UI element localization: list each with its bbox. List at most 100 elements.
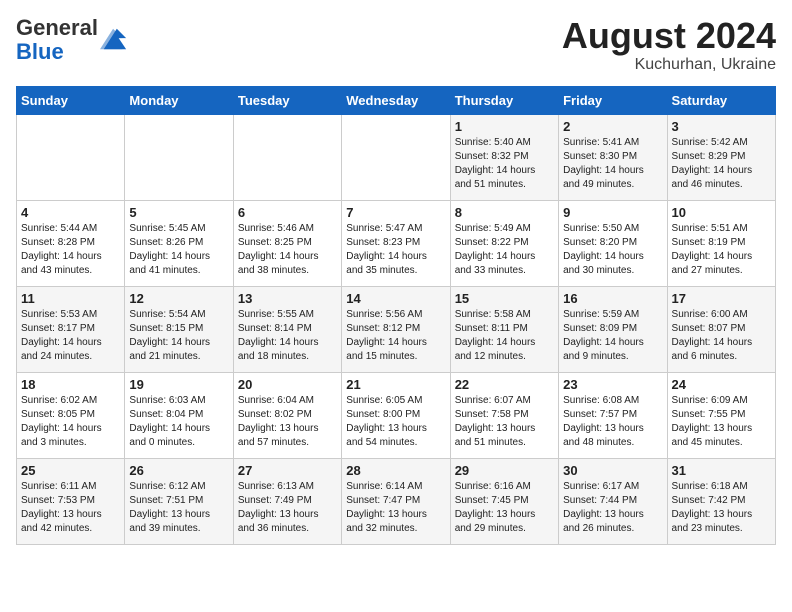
calendar-cell: 5Sunrise: 5:45 AM Sunset: 8:26 PM Daylig… <box>125 200 233 286</box>
calendar-cell: 3Sunrise: 5:42 AM Sunset: 8:29 PM Daylig… <box>667 114 775 200</box>
day-of-week-header: Tuesday <box>233 86 341 114</box>
calendar-cell <box>342 114 450 200</box>
day-number: 27 <box>238 463 337 478</box>
day-info: Sunrise: 6:12 AM Sunset: 7:51 PM Dayligh… <box>129 480 228 536</box>
calendar-cell: 30 Sunrise: 6:17 AM Sunset: 7:44 PM Dayli… <box>559 458 667 544</box>
day-number: 8 <box>455 205 554 220</box>
day-of-week-header: Wednesday <box>342 86 450 114</box>
day-info: Sunrise: 5:41 AM Sunset: 8:30 PM Dayligh… <box>563 136 662 192</box>
day-number: 21 <box>346 377 445 392</box>
calendar-cell: 2 Sunrise: 5:41 AM Sunset: 8:30 PM Daylig… <box>559 114 667 200</box>
page-header: General Blue August 2024 Kuchurhan, Ukra… <box>16 16 776 74</box>
calendar-cell <box>125 114 233 200</box>
day-info: Sunrise: 6:03 AM Sunset: 8:04 PM Dayligh… <box>129 394 228 450</box>
calendar-week-row: 18 Sunrise: 6:02 AM Sunset: 8:05 PM Dayli… <box>17 372 776 458</box>
calendar-cell: 20 Sunrise: 6:04 AM Sunset: 8:02 PM Dayli… <box>233 372 341 458</box>
day-number: 20 <box>238 377 337 392</box>
day-info: Sunrise: 5:58 AM Sunset: 8:11 PM Dayligh… <box>455 308 554 364</box>
calendar-cell: 29 Sunrise: 6:16 AM Sunset: 7:45 PM Dayli… <box>450 458 558 544</box>
calendar-cell: 19 Sunrise: 6:03 AM Sunset: 8:04 PM Dayli… <box>125 372 233 458</box>
calendar-cell: 10Sunrise: 5:51 AM Sunset: 8:19 PM Dayli… <box>667 200 775 286</box>
day-number: 16 <box>563 291 662 306</box>
day-info: Sunrise: 6:08 AM Sunset: 7:57 PM Dayligh… <box>563 394 662 450</box>
logo-general-text: General <box>16 15 98 40</box>
day-number: 18 <box>21 377 120 392</box>
calendar-cell <box>17 114 125 200</box>
calendar-cell: 23 Sunrise: 6:08 AM Sunset: 7:57 PM Dayli… <box>559 372 667 458</box>
day-info: Sunrise: 6:07 AM Sunset: 7:58 PM Dayligh… <box>455 394 554 450</box>
calendar-cell: 4Sunrise: 5:44 AM Sunset: 8:28 PM Daylig… <box>17 200 125 286</box>
day-number: 24 <box>672 377 771 392</box>
calendar-cell: 25 Sunrise: 6:11 AM Sunset: 7:53 PM Dayli… <box>17 458 125 544</box>
calendar-week-row: 4Sunrise: 5:44 AM Sunset: 8:28 PM Daylig… <box>17 200 776 286</box>
calendar-cell: 31 Sunrise: 6:18 AM Sunset: 7:42 PM Dayli… <box>667 458 775 544</box>
day-info: Sunrise: 6:13 AM Sunset: 7:49 PM Dayligh… <box>238 480 337 536</box>
day-info: Sunrise: 6:00 AM Sunset: 8:07 PM Dayligh… <box>672 308 771 364</box>
day-number: 22 <box>455 377 554 392</box>
calendar-cell <box>233 114 341 200</box>
logo-icon <box>100 25 128 53</box>
calendar-week-row: 1Sunrise: 5:40 AM Sunset: 8:32 PM Daylig… <box>17 114 776 200</box>
calendar-week-row: 25 Sunrise: 6:11 AM Sunset: 7:53 PM Dayli… <box>17 458 776 544</box>
day-info: Sunrise: 6:16 AM Sunset: 7:45 PM Dayligh… <box>455 480 554 536</box>
day-info: Sunrise: 5:55 AM Sunset: 8:14 PM Dayligh… <box>238 308 337 364</box>
day-number: 31 <box>672 463 771 478</box>
calendar-cell: 22 Sunrise: 6:07 AM Sunset: 7:58 PM Dayli… <box>450 372 558 458</box>
calendar-cell: 21 Sunrise: 6:05 AM Sunset: 8:00 PM Dayli… <box>342 372 450 458</box>
calendar-cell: 24 Sunrise: 6:09 AM Sunset: 7:55 PM Dayli… <box>667 372 775 458</box>
day-info: Sunrise: 5:50 AM Sunset: 8:20 PM Dayligh… <box>563 222 662 278</box>
logo: General Blue <box>16 16 128 64</box>
day-info: Sunrise: 5:46 AM Sunset: 8:25 PM Dayligh… <box>238 222 337 278</box>
calendar-cell: 12Sunrise: 5:54 AM Sunset: 8:15 PM Dayli… <box>125 286 233 372</box>
day-of-week-header: Sunday <box>17 86 125 114</box>
day-of-week-header: Friday <box>559 86 667 114</box>
day-number: 28 <box>346 463 445 478</box>
day-info: Sunrise: 6:05 AM Sunset: 8:00 PM Dayligh… <box>346 394 445 450</box>
day-number: 23 <box>563 377 662 392</box>
day-number: 9 <box>563 205 662 220</box>
day-number: 11 <box>21 291 120 306</box>
day-info: Sunrise: 5:54 AM Sunset: 8:15 PM Dayligh… <box>129 308 228 364</box>
day-number: 7 <box>346 205 445 220</box>
day-number: 30 <box>563 463 662 478</box>
day-info: Sunrise: 5:47 AM Sunset: 8:23 PM Dayligh… <box>346 222 445 278</box>
calendar-cell: 16 Sunrise: 5:59 AM Sunset: 8:09 PM Dayli… <box>559 286 667 372</box>
day-info: Sunrise: 6:09 AM Sunset: 7:55 PM Dayligh… <box>672 394 771 450</box>
calendar-cell: 14Sunrise: 5:56 AM Sunset: 8:12 PM Dayli… <box>342 286 450 372</box>
logo-blue-text: Blue <box>16 39 64 64</box>
calendar-cell: 15 Sunrise: 5:58 AM Sunset: 8:11 PM Dayli… <box>450 286 558 372</box>
calendar-cell: 17Sunrise: 6:00 AM Sunset: 8:07 PM Dayli… <box>667 286 775 372</box>
day-info: Sunrise: 5:56 AM Sunset: 8:12 PM Dayligh… <box>346 308 445 364</box>
day-number: 2 <box>563 119 662 134</box>
day-info: Sunrise: 6:14 AM Sunset: 7:47 PM Dayligh… <box>346 480 445 536</box>
day-number: 26 <box>129 463 228 478</box>
calendar-cell: 27 Sunrise: 6:13 AM Sunset: 7:49 PM Dayli… <box>233 458 341 544</box>
day-number: 6 <box>238 205 337 220</box>
day-of-week-header: Thursday <box>450 86 558 114</box>
calendar-cell: 7 Sunrise: 5:47 AM Sunset: 8:23 PM Daylig… <box>342 200 450 286</box>
calendar-week-row: 11 Sunrise: 5:53 AM Sunset: 8:17 PM Dayli… <box>17 286 776 372</box>
calendar-cell: 18 Sunrise: 6:02 AM Sunset: 8:05 PM Dayli… <box>17 372 125 458</box>
day-number: 1 <box>455 119 554 134</box>
calendar-cell: 13 Sunrise: 5:55 AM Sunset: 8:14 PM Dayli… <box>233 286 341 372</box>
day-info: Sunrise: 5:59 AM Sunset: 8:09 PM Dayligh… <box>563 308 662 364</box>
month-year: August 2024 <box>562 16 776 56</box>
calendar-cell: 6 Sunrise: 5:46 AM Sunset: 8:25 PM Daylig… <box>233 200 341 286</box>
day-info: Sunrise: 5:51 AM Sunset: 8:19 PM Dayligh… <box>672 222 771 278</box>
day-number: 29 <box>455 463 554 478</box>
day-number: 15 <box>455 291 554 306</box>
calendar-cell: 28 Sunrise: 6:14 AM Sunset: 7:47 PM Dayli… <box>342 458 450 544</box>
day-number: 25 <box>21 463 120 478</box>
title-block: August 2024 Kuchurhan, Ukraine <box>562 16 776 74</box>
day-info: Sunrise: 6:17 AM Sunset: 7:44 PM Dayligh… <box>563 480 662 536</box>
day-number: 4 <box>21 205 120 220</box>
day-info: Sunrise: 6:18 AM Sunset: 7:42 PM Dayligh… <box>672 480 771 536</box>
day-of-week-header: Saturday <box>667 86 775 114</box>
calendar-cell: 11 Sunrise: 5:53 AM Sunset: 8:17 PM Dayli… <box>17 286 125 372</box>
day-number: 19 <box>129 377 228 392</box>
day-number: 13 <box>238 291 337 306</box>
day-info: Sunrise: 6:11 AM Sunset: 7:53 PM Dayligh… <box>21 480 120 536</box>
day-info: Sunrise: 6:02 AM Sunset: 8:05 PM Dayligh… <box>21 394 120 450</box>
day-info: Sunrise: 6:04 AM Sunset: 8:02 PM Dayligh… <box>238 394 337 450</box>
day-info: Sunrise: 5:53 AM Sunset: 8:17 PM Dayligh… <box>21 308 120 364</box>
